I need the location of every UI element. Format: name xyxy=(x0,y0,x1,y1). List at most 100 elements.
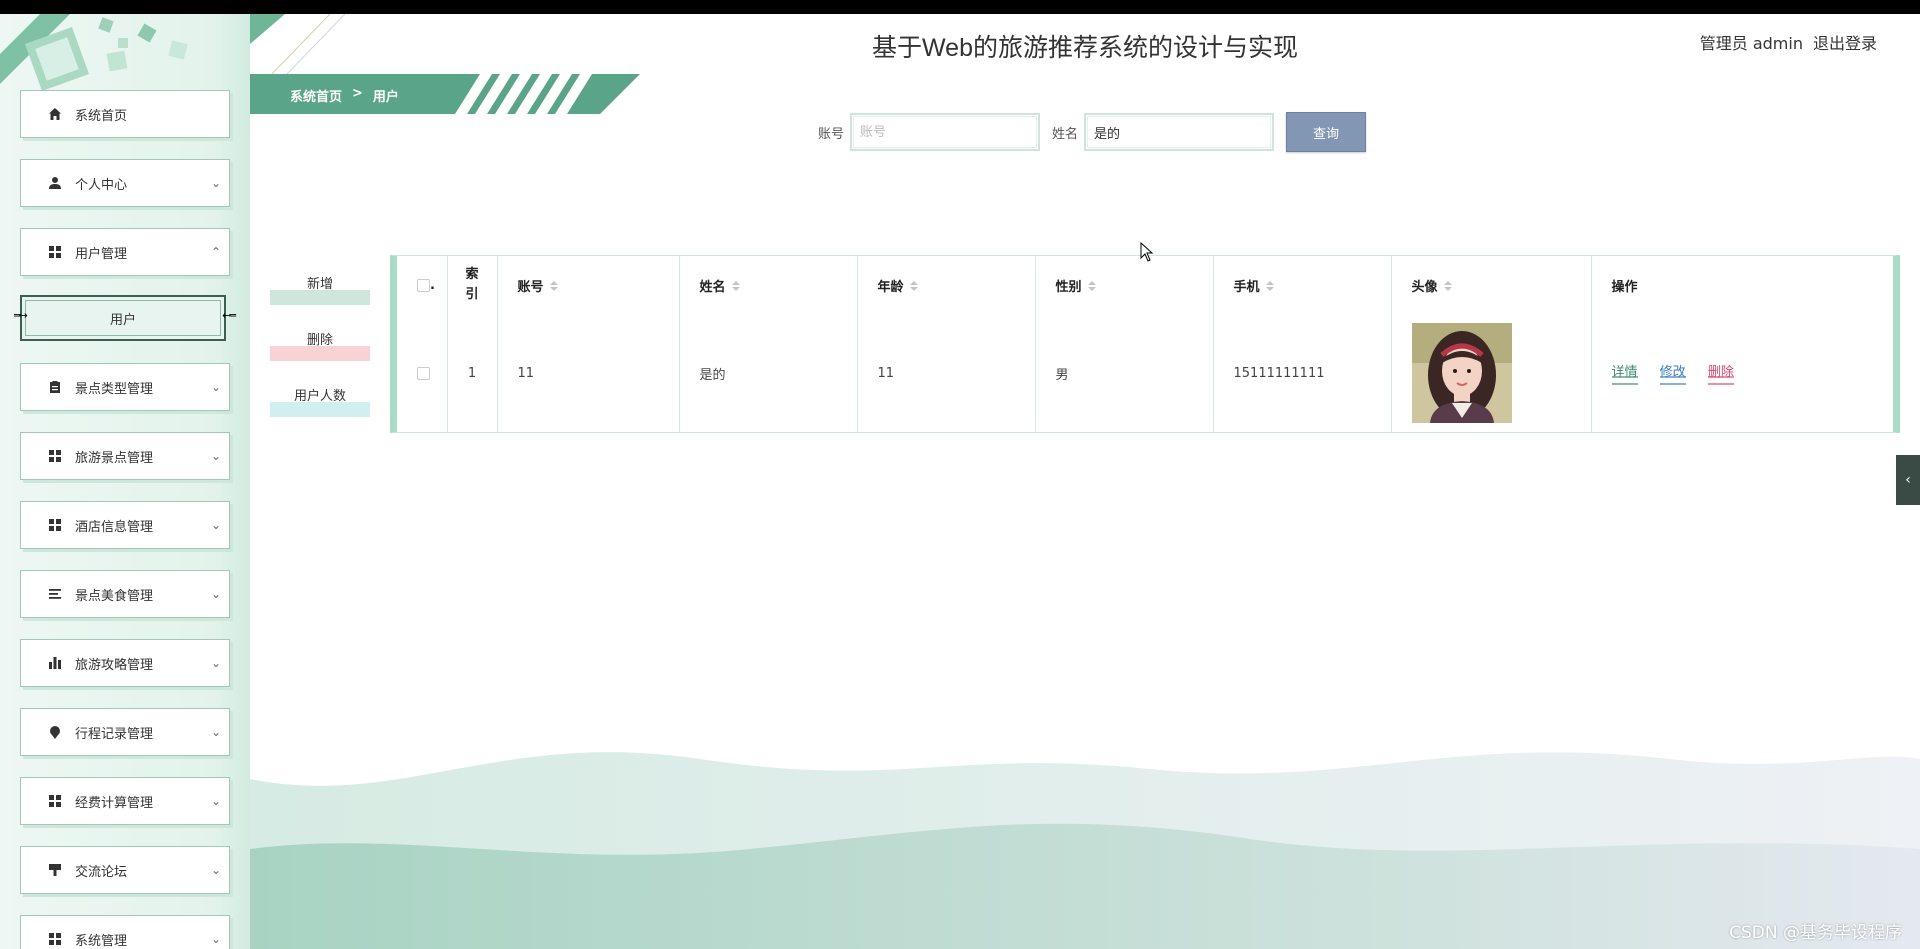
header-age-label: 年龄 xyxy=(877,279,904,295)
chevron-down-icon: ⌄ xyxy=(210,725,222,739)
query-button[interactable]: 查询 xyxy=(1286,112,1367,152)
home-icon xyxy=(47,106,63,122)
chevron-down-icon: ⌄ xyxy=(210,587,222,601)
sidebar-item-label: 个人中心 xyxy=(75,177,128,193)
sidebar-item-label: 旅游景点管理 xyxy=(75,450,154,466)
breadcrumb-home[interactable]: 系统首页 xyxy=(290,86,342,105)
sidebar-item-home[interactable]: 系统首页 xyxy=(20,90,230,138)
delete-button-label: 删除 xyxy=(306,333,333,348)
chevron-down-icon: ⌄ xyxy=(210,656,222,670)
page-title: 基于Web的旅游推荐系统的设计与实现 xyxy=(872,34,1298,62)
sidebar-item-label: 景点类型管理 xyxy=(75,381,154,397)
brush-icon xyxy=(47,862,63,878)
header-age[interactable]: 年龄 xyxy=(857,256,1036,314)
sidebar-item-expenses[interactable]: 经费计算管理 ⌄ xyxy=(20,777,230,825)
sidebar-subitem-user[interactable]: ═→ 用户 ←═ xyxy=(14,295,236,341)
name-input[interactable] xyxy=(1084,113,1275,151)
header-phone-label: 手机 xyxy=(1233,279,1260,295)
header-name[interactable]: 姓名 xyxy=(679,256,858,314)
sort-icon[interactable] xyxy=(1087,281,1096,293)
breadcrumb-separator: > xyxy=(352,86,363,101)
sort-icon[interactable] xyxy=(1265,281,1274,293)
clipboard-icon xyxy=(47,379,63,395)
admin-label: 管理员 admin xyxy=(1699,34,1803,53)
sidebar: 系统首页 个人中心 ⌄ 用户管理 ⌃ ═→ 用户 ←═ 景点类型管理 ⌄ 旅游景… xyxy=(0,14,250,949)
chevron-up-icon: ⌃ xyxy=(210,245,222,259)
sidebar-item-label: 旅游攻略管理 xyxy=(75,657,154,673)
app-window: 系统首页 个人中心 ⌄ 用户管理 ⌃ ═→ 用户 ←═ 景点类型管理 ⌄ 旅游景… xyxy=(0,14,1920,949)
sidebar-item-attractions[interactable]: 旅游景点管理 ⌄ xyxy=(20,432,230,480)
header-account[interactable]: 账号 xyxy=(497,256,680,314)
sidebar-item-label: 交流论坛 xyxy=(75,864,128,880)
sidebar-item-forum[interactable]: 交流论坛 ⌄ xyxy=(20,846,230,894)
sidebar-item-itinerary[interactable]: 行程记录管理 ⌄ xyxy=(20,708,230,756)
sort-icon[interactable] xyxy=(909,281,918,293)
table-row: 1 11 是的 11 男 15111111111 详情 修改 删除 xyxy=(397,314,1893,432)
table-header-row: . 索引 账号 姓名 年龄 性别 手机 头像 操作 xyxy=(397,256,1893,314)
user-count-button-band xyxy=(270,402,370,417)
sidebar-item-label: 系统首页 xyxy=(75,108,128,124)
detail-link[interactable]: 详情 xyxy=(1611,361,1638,385)
add-button-band xyxy=(270,290,370,305)
sidebar-item-label: 行程记录管理 xyxy=(75,726,154,742)
sidebar-item-food[interactable]: 景点美食管理 ⌄ xyxy=(20,570,230,618)
mouse-cursor-icon xyxy=(1140,242,1154,262)
edit-link[interactable]: 修改 xyxy=(1659,361,1686,385)
row-account: 11 xyxy=(497,314,680,432)
user-count-button[interactable]: 用户人数 xyxy=(270,379,370,417)
person-icon xyxy=(47,175,63,191)
chevron-down-icon: ⌄ xyxy=(210,794,222,808)
add-button[interactable]: 新增 xyxy=(270,267,370,305)
delete-button[interactable]: 删除 xyxy=(270,323,370,361)
user-table: . 索引 账号 姓名 年龄 性别 手机 头像 操作 1 11 是的 11 男 1… xyxy=(390,255,1900,433)
header-avatar[interactable]: 头像 xyxy=(1391,256,1592,314)
add-button-label: 新增 xyxy=(306,277,333,292)
main-content: 基于Web的旅游推荐系统的设计与实现 管理员 admin 退出登录 系统首页 >… xyxy=(250,14,1920,949)
sidebar-item-guides[interactable]: 旅游攻略管理 ⌄ xyxy=(20,639,230,687)
sort-icon[interactable] xyxy=(731,281,740,293)
sort-icon[interactable] xyxy=(549,281,558,293)
delete-button-band xyxy=(270,346,370,361)
row-checkbox[interactable] xyxy=(417,366,430,380)
sidebar-item-label: 用户管理 xyxy=(75,246,128,262)
header-gender-label: 性别 xyxy=(1055,279,1082,295)
select-all-checkbox[interactable] xyxy=(417,278,430,292)
logout-link[interactable]: 退出登录 xyxy=(1813,30,1877,54)
header-name-label: 姓名 xyxy=(699,279,726,295)
row-checkbox-cell xyxy=(397,314,448,432)
header-avatar-label: 头像 xyxy=(1411,279,1438,295)
delete-link[interactable]: 删除 xyxy=(1707,361,1734,385)
sidebar-item-hotels[interactable]: 酒店信息管理 ⌄ xyxy=(20,501,230,549)
account-input[interactable] xyxy=(850,113,1041,151)
chevron-down-icon: ⌄ xyxy=(210,518,222,532)
row-name: 是的 xyxy=(679,314,858,432)
list-icon xyxy=(47,586,63,602)
sidebar-item-attraction-type[interactable]: 景点类型管理 ⌄ xyxy=(20,363,230,411)
sidebar-item-system[interactable]: 系统管理 ⌄ xyxy=(20,915,230,949)
user-box: 管理员 admin 退出登录 xyxy=(1700,30,1877,54)
avatar[interactable] xyxy=(1411,323,1512,423)
sidebar-item-label: 景点美食管理 xyxy=(75,588,154,604)
grid-icon xyxy=(47,931,63,947)
grid-icon xyxy=(47,244,63,260)
user-count-button-label: 用户人数 xyxy=(293,389,346,404)
grid-icon xyxy=(47,448,63,464)
sidebar-item-user-management[interactable]: 用户管理 ⌃ xyxy=(20,228,230,276)
row-age: 11 xyxy=(857,314,1036,432)
subitem-inner-border xyxy=(25,300,221,336)
sort-icon[interactable] xyxy=(1443,281,1452,293)
header-gender[interactable]: 性别 xyxy=(1035,256,1214,314)
header-operations-label: 操作 xyxy=(1611,279,1638,295)
header-phone[interactable]: 手机 xyxy=(1213,256,1392,314)
checkbox-header-mark: . xyxy=(430,277,435,293)
name-label: 姓名 xyxy=(1052,126,1079,142)
bar-chart-icon xyxy=(47,655,63,671)
chevron-down-icon: ⌄ xyxy=(210,176,222,190)
sidebar-item-personal-center[interactable]: 个人中心 ⌄ xyxy=(20,159,230,207)
background-waves xyxy=(250,752,1920,949)
header-account-label: 账号 xyxy=(517,279,544,295)
header-index-label: 索引 xyxy=(465,267,479,302)
chevron-down-icon: ⌄ xyxy=(210,932,222,946)
breadcrumb-current: 用户 xyxy=(372,90,399,105)
collapse-panel-button[interactable]: ‹ xyxy=(1896,455,1920,505)
